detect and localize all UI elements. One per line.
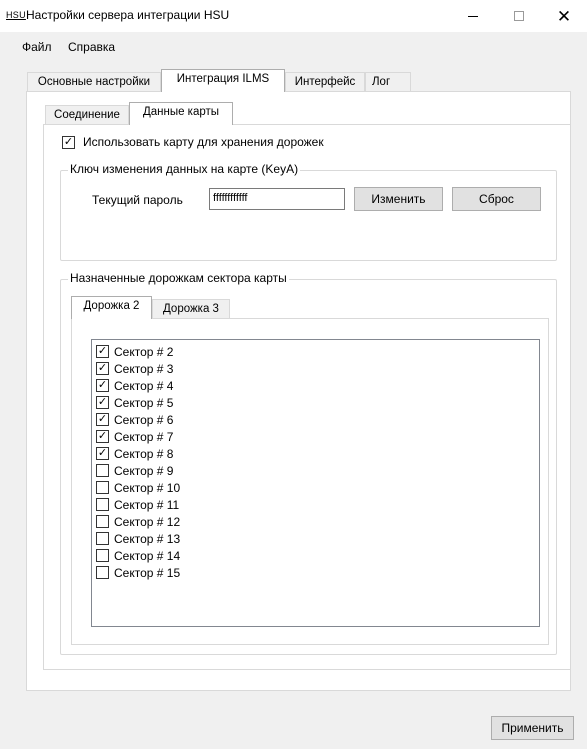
sector-item[interactable]: Сектор # 12 [96,513,180,530]
sector-item[interactable]: ✓ Сектор # 5 [96,394,173,411]
checkbox-box: ✓ [96,430,109,443]
tab-log[interactable]: Лог [365,72,411,92]
sector-item[interactable]: Сектор # 13 [96,530,180,547]
tab-label: Дорожка 3 [163,303,219,315]
checkbox-box: ✓ [96,362,109,375]
tab-label: Соединение [54,109,120,121]
checkbox-box [96,481,109,494]
use-card-label: Использовать карту для хранения дорожек [83,135,324,149]
key-group-label: Ключ изменения данных на карте (KeyA) [68,162,301,176]
app-icon: HSU [6,10,26,20]
sector-label: Сектор # 9 [114,463,174,478]
sector-item[interactable]: ✓ Сектор # 4 [96,377,173,394]
tab-label: Дорожка 2 [83,300,140,312]
checkbox-box [96,515,109,528]
minimize-icon [468,15,478,17]
sector-label: Сектор # 3 [114,361,174,376]
password-value: ffffffffffff [213,192,248,204]
password-field[interactable]: ffffffffffff [209,188,345,210]
checkbox-box: ✓ [96,379,109,392]
tab-label: Основные настройки [37,76,151,88]
tab-main-settings[interactable]: Основные настройки [27,72,161,92]
sector-label: Сектор # 5 [114,395,174,410]
minimize-button[interactable] [450,0,496,32]
checkbox-box [96,498,109,511]
checkbox-box [96,566,109,579]
reset-button-label: Сброс [479,192,514,206]
checkbox-box [96,549,109,562]
use-card-checkbox[interactable]: ✓ Использовать карту для хранения дороже… [62,135,324,149]
key-groupbox [60,170,557,261]
tab-card-data[interactable]: Данные карты [129,102,233,125]
checkmark-icon: ✓ [97,430,108,442]
password-label: Текущий пароль [92,193,183,207]
tab-label: Данные карты [142,106,220,118]
tab-ilms-integration[interactable]: Интеграция ILMS [161,69,285,92]
menu-file[interactable]: Файл [22,40,52,54]
sector-label: Сектор # 4 [114,378,174,393]
sectors-group-label: Назначенные дорожкам сектора карты [68,271,289,285]
reset-button[interactable]: Сброс [452,187,541,211]
title-bar: HSU Настройки сервера интеграции HSU ✕ [0,0,587,32]
checkmark-icon: ✓ [97,396,108,408]
sector-list[interactable]: ✓ Сектор # 2 ✓ Сектор # 3 ✓ Сектор # 4 ✓… [91,339,540,627]
window-title: Настройки сервера интеграции HSU [26,8,230,22]
tab-track-2[interactable]: Дорожка 2 [71,296,152,319]
sector-label: Сектор # 11 [114,497,180,512]
tab-interface[interactable]: Интерфейс [285,72,365,92]
sector-label: Сектор # 14 [114,548,181,563]
maximize-button [496,0,542,32]
sector-item[interactable]: Сектор # 14 [96,547,180,564]
checkbox-box: ✓ [96,447,109,460]
checkmark-icon: ✓ [63,135,74,148]
maximize-icon [514,11,524,21]
close-icon: ✕ [556,6,572,26]
sector-item[interactable]: ✓ Сектор # 7 [96,428,173,445]
sector-item[interactable]: ✓ Сектор # 3 [96,360,173,377]
sector-label: Сектор # 2 [114,344,174,359]
checkmark-icon: ✓ [97,413,108,425]
checkmark-icon: ✓ [97,362,108,374]
checkbox-box: ✓ [96,413,109,426]
checkbox-box: ✓ [62,135,75,149]
checkbox-box [96,532,109,545]
sector-label: Сектор # 12 [114,514,181,529]
sector-label: Сектор # 8 [114,446,174,461]
sector-item[interactable]: ✓ Сектор # 2 [96,343,173,360]
sector-item[interactable]: ✓ Сектор # 8 [96,445,173,462]
sector-label: Сектор # 6 [114,412,174,427]
tab-label: Интерфейс [294,76,356,88]
checkmark-icon: ✓ [97,447,108,459]
sector-item[interactable]: ✓ Сектор # 6 [96,411,173,428]
tab-connection[interactable]: Соединение [45,105,129,125]
checkbox-box: ✓ [96,396,109,409]
sector-label: Сектор # 10 [114,480,181,495]
change-button[interactable]: Изменить [354,187,443,211]
apply-button-label: Применить [501,721,564,735]
close-button[interactable]: ✕ [541,0,587,32]
checkbox-box [96,464,109,477]
sector-label: Сектор # 13 [114,531,181,546]
sector-item[interactable]: Сектор # 11 [96,496,179,513]
apply-button[interactable]: Применить [491,716,574,740]
checkmark-icon: ✓ [97,345,108,357]
sector-item[interactable]: Сектор # 10 [96,479,180,496]
menu-help[interactable]: Справка [68,40,115,54]
sector-label: Сектор # 7 [114,429,174,444]
sector-item[interactable]: Сектор # 9 [96,462,173,479]
menu-bar: Файл Справка [0,32,587,60]
sector-label: Сектор # 15 [114,565,181,580]
change-button-label: Изменить [371,192,426,206]
checkmark-icon: ✓ [97,379,108,391]
tab-label: Лог [372,76,391,88]
tab-track-3[interactable]: Дорожка 3 [152,299,230,319]
sector-item[interactable]: Сектор # 15 [96,564,180,581]
checkbox-box: ✓ [96,345,109,358]
tab-label: Интеграция ILMS [176,73,270,85]
